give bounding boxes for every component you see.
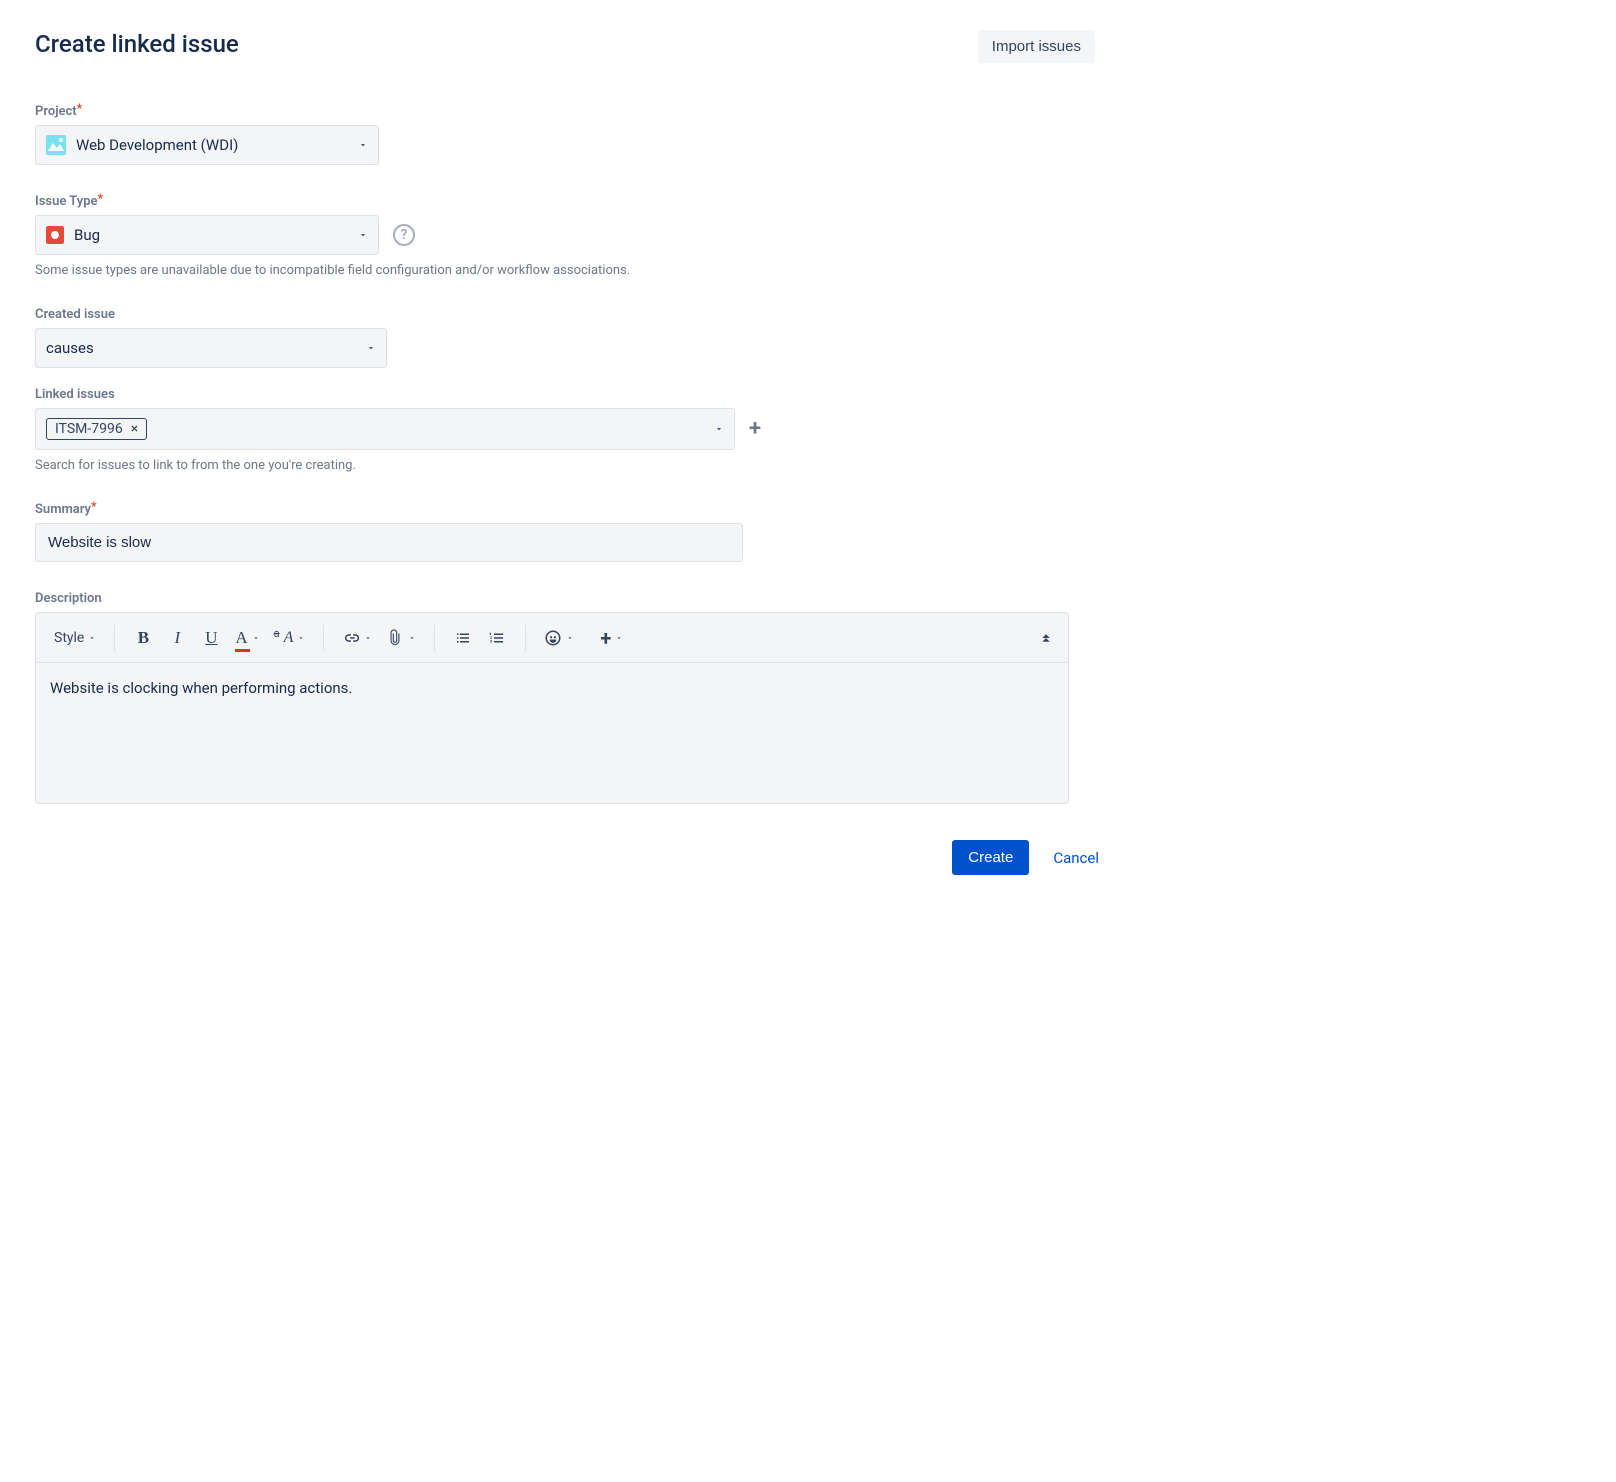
chip-label: ITSM-7996 <box>55 421 123 437</box>
chip-remove-icon[interactable]: × <box>131 421 138 437</box>
issue-type-helper: Some issue types are unavailable due to … <box>35 263 1095 278</box>
help-icon[interactable]: ? <box>393 224 415 246</box>
chevron-down-icon <box>364 634 372 642</box>
link-button[interactable] <box>336 622 378 654</box>
project-select[interactable]: Web Development (WDI) <box>35 125 379 165</box>
created-issue-value: causes <box>46 339 94 357</box>
linked-issue-chip: ITSM-7996 × <box>46 418 147 440</box>
project-label: Project <box>35 104 77 119</box>
create-button[interactable]: Create <box>952 840 1029 875</box>
chevron-down-icon <box>714 424 724 434</box>
toolbar-separator <box>114 625 115 651</box>
style-dropdown[interactable]: Style <box>48 622 102 654</box>
attachment-icon <box>386 629 404 647</box>
insert-more-button[interactable]: + <box>594 622 629 654</box>
numbered-list-icon <box>488 629 506 647</box>
required-icon: * <box>91 500 97 515</box>
bug-icon <box>46 226 64 244</box>
issue-type-select[interactable]: Bug <box>35 215 379 255</box>
bullet-list-button[interactable] <box>447 622 479 654</box>
linked-issues-label: Linked issues <box>35 387 115 402</box>
issue-type-value: Bug <box>74 226 100 244</box>
plus-icon: + <box>600 626 611 650</box>
issue-type-label: Issue Type <box>35 194 98 209</box>
required-icon: * <box>98 192 104 207</box>
bullet-list-icon <box>454 629 472 647</box>
chevron-down-icon <box>615 634 623 642</box>
chevron-down-icon <box>366 343 376 353</box>
chevron-down-icon <box>566 634 574 642</box>
collapse-icon <box>1037 629 1055 647</box>
chevron-down-icon <box>408 634 416 642</box>
toolbar-separator <box>323 625 324 651</box>
page-title: Create linked issue <box>35 30 239 58</box>
add-linked-issue-button[interactable]: + <box>749 418 761 440</box>
numbered-list-button[interactable] <box>481 622 513 654</box>
import-issues-button[interactable]: Import issues <box>978 30 1095 63</box>
chevron-down-icon <box>297 634 305 642</box>
emoji-button[interactable] <box>538 622 580 654</box>
italic-button[interactable]: I <box>161 622 193 654</box>
summary-label: Summary <box>35 502 91 517</box>
emoji-icon <box>544 629 562 647</box>
toolbar-separator <box>434 625 435 651</box>
created-issue-select[interactable]: causes <box>35 328 387 368</box>
cancel-link[interactable]: Cancel <box>1053 849 1099 867</box>
created-issue-label: Created issue <box>35 307 115 322</box>
toolbar-separator <box>525 625 526 651</box>
chevron-down-icon <box>358 140 368 150</box>
description-editor: Style B I U A aA <box>35 612 1069 804</box>
text-color-button[interactable]: A <box>229 622 265 654</box>
chevron-down-icon <box>88 634 96 642</box>
editor-toolbar: Style B I U A aA <box>36 613 1068 663</box>
summary-input[interactable] <box>35 523 743 562</box>
underline-button[interactable]: U <box>195 622 227 654</box>
required-icon: * <box>77 102 83 117</box>
color-swatch-icon <box>235 649 249 652</box>
bold-button[interactable]: B <box>127 622 159 654</box>
project-avatar-icon <box>46 135 66 155</box>
link-icon <box>342 629 360 647</box>
description-label: Description <box>35 591 102 606</box>
chevron-down-icon <box>252 634 260 642</box>
attachment-button[interactable] <box>380 622 422 654</box>
linked-issues-select[interactable]: ITSM-7996 × <box>35 408 735 450</box>
clear-formatting-button[interactable]: aA <box>268 622 312 654</box>
chevron-down-icon <box>358 230 368 240</box>
description-textarea[interactable]: Website is clocking when performing acti… <box>36 663 1068 803</box>
linked-issues-helper: Search for issues to link to from the on… <box>35 458 1095 473</box>
collapse-toolbar-button[interactable] <box>1030 622 1062 654</box>
project-value: Web Development (WDI) <box>76 136 238 154</box>
